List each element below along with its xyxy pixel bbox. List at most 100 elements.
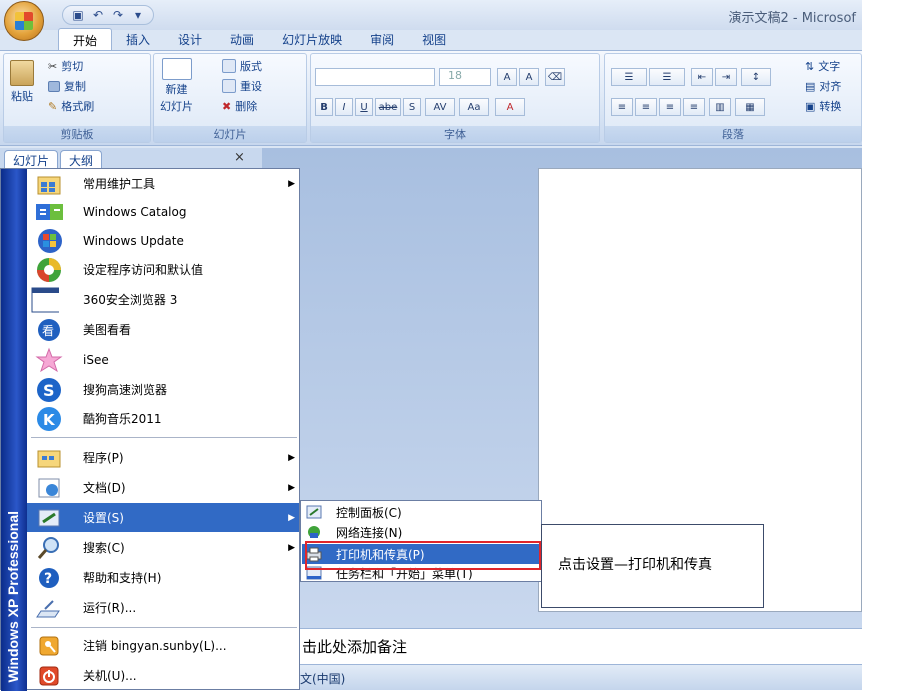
menu-item-label: 关机(U)... [83,669,137,683]
menu-item-run[interactable]: 运行(R)... [27,593,299,622]
ribbon: 粘贴 ✂ 剪切 复制 ✎ 格式刷 剪贴板 新建 幻灯片 版式 重设 ✖ 删除 幻灯片 … [0,50,862,146]
settings-icon [35,504,63,532]
office-button[interactable] [4,1,44,41]
new-slide-icon [161,58,192,80]
scissors-icon: ✂ [48,59,58,73]
menu-item-label: 注销 bingyan.sunby(L)... [83,639,227,653]
layout-button[interactable]: 版式 [222,58,262,74]
numbering-button[interactable]: ☰ [649,68,685,86]
decrease-indent-button[interactable]: ⇤ [691,68,713,86]
tab-animation[interactable]: 动画 [216,28,268,50]
help-icon: ? [35,564,63,592]
tab-slideshow[interactable]: 幻灯片放映 [268,28,356,50]
menu-separator [31,627,297,628]
clipboard-group: 粘贴 ✂ 剪切 复制 ✎ 格式刷 剪贴板 [3,53,151,143]
tab-home[interactable]: 开始 [58,28,113,50]
windows-update-icon [35,227,63,255]
undo-icon[interactable]: ↶ [91,8,105,22]
italic-button[interactable]: I [335,98,353,116]
delete-icon: ✖ [222,99,232,113]
menu-item-windows-catalog[interactable]: Windows Catalog [27,197,299,226]
menu-item-label: 美图看看 [83,323,132,337]
menu-item-windows-update[interactable]: Windows Update [27,226,299,255]
convert-label: 转换 [819,100,842,113]
align-text-button[interactable]: ▤ 对齐 [805,78,841,94]
align-center-button[interactable]: ≡ [635,98,657,116]
xp-banner: Windows XP Professional [1,169,27,691]
submenu-arrow-icon: ▶ [288,452,295,463]
menu-item-sogou-browser[interactable]: S 搜狗高速浏览器 [27,375,299,404]
notes-placeholder[interactable]: 击此处添加备注 [302,636,407,657]
shadow-button[interactable]: S [403,98,421,116]
strikethrough-button[interactable]: abe [375,98,401,116]
redo-icon[interactable]: ↷ [111,8,125,22]
line-spacing-button[interactable]: ↕ [741,68,771,86]
brush-icon: ✎ [48,99,58,113]
callout-text: 点击设置—打印机和传真 [558,557,712,573]
submenu-item-control-panel[interactable]: 控制面板(C) [302,502,540,522]
tab-review[interactable]: 审阅 [356,28,408,50]
paragraph-group-label: 段落 [605,126,861,142]
font-size-input[interactable]: 18 [439,68,491,86]
tools-folder-icon [35,170,63,198]
columns-button[interactable]: ▦ [735,98,765,116]
shrink-font-button[interactable]: A [519,68,539,86]
svg-text:S: S [43,381,55,400]
tab-insert[interactable]: 插入 [112,28,164,50]
grow-font-button[interactable]: A [497,68,517,86]
font-color-button[interactable]: A [495,98,525,116]
paste-button[interactable]: 粘贴 [10,60,34,104]
tab-outline[interactable]: 大纲 [60,150,103,168]
text-direction-button[interactable]: ⇅ 文字 [805,58,840,74]
customize-chevron-icon[interactable]: ▾ [131,8,145,22]
align-left-button[interactable]: ≡ [611,98,633,116]
close-pane-icon[interactable]: × [234,150,245,165]
menu-item-programs[interactable]: 程序(P) ▶ [27,443,299,472]
justify-button[interactable]: ≡ [683,98,705,116]
clear-format-button[interactable]: ⌫ [545,68,565,86]
new-slide-button[interactable]: 新建 幻灯片 [160,58,193,114]
underline-button[interactable]: U [355,98,373,116]
convert-smartart-button[interactable]: ▣ 转换 [805,98,841,114]
paste-label: 粘贴 [11,90,33,103]
menu-item-settings[interactable]: 设置(S) ▶ [27,503,299,532]
menu-item-documents[interactable]: 文档(D) ▶ [27,473,299,502]
copy-button[interactable]: 复制 [48,78,86,94]
menu-item-kugou[interactable]: K 酷狗音乐2011 [27,404,299,433]
menu-item-maintenance-tools[interactable]: 常用维护工具 ▶ [27,169,299,198]
bold-button[interactable]: B [315,98,333,116]
char-spacing-button[interactable]: AV [425,98,455,116]
menu-item-search[interactable]: 搜索(C) ▶ [27,533,299,562]
isee-star-icon [35,346,63,374]
format-painter-button[interactable]: ✎ 格式刷 [48,98,94,114]
menu-item-label: 360安全浏览器 3 [83,293,178,307]
tab-view[interactable]: 视图 [408,28,460,50]
distributed-button[interactable]: ▥ [709,98,731,116]
tab-slides[interactable]: 幻灯片 [4,150,59,168]
menu-item-isee[interactable]: iSee [27,345,299,374]
align-right-button[interactable]: ≡ [659,98,681,116]
menu-item-360-browser[interactable]: 360安全浏览器 3 [27,285,299,314]
menu-item-logoff[interactable]: 注销 bingyan.sunby(L)... [27,631,299,660]
menu-item-meitu[interactable]: 看 美图看看 [27,315,299,344]
slides-group: 新建 幻灯片 版式 重设 ✖ 删除 幻灯片 [153,53,307,143]
font-group: 18 A A ⌫ B I U abe S AV Aa A 字体 [310,53,600,143]
font-name-input[interactable] [315,68,435,86]
menu-item-program-access[interactable]: 设定程序访问和默认值 [27,255,299,284]
bullets-button[interactable]: ☰ [611,68,647,86]
tab-design[interactable]: 设计 [164,28,216,50]
reset-label: 重设 [240,80,262,93]
increase-indent-button[interactable]: ⇥ [715,68,737,86]
reset-button[interactable]: 重设 [222,78,262,94]
slide-pane-tabs: 幻灯片 大纲 × [0,148,262,168]
svg-text:K: K [43,411,56,429]
save-icon[interactable]: ▣ [71,8,85,22]
submenu-item-network[interactable]: 网络连接(N) [302,522,540,542]
menu-item-help[interactable]: ? 帮助和支持(H) [27,563,299,592]
delete-label: 删除 [235,100,258,113]
change-case-button[interactable]: Aa [459,98,489,116]
menu-item-shutdown[interactable]: 关机(U)... [27,661,299,690]
cut-button[interactable]: ✂ 剪切 [48,58,83,74]
delete-button[interactable]: ✖ 删除 [222,98,257,114]
menu-item-label: 常用维护工具 [83,177,156,191]
